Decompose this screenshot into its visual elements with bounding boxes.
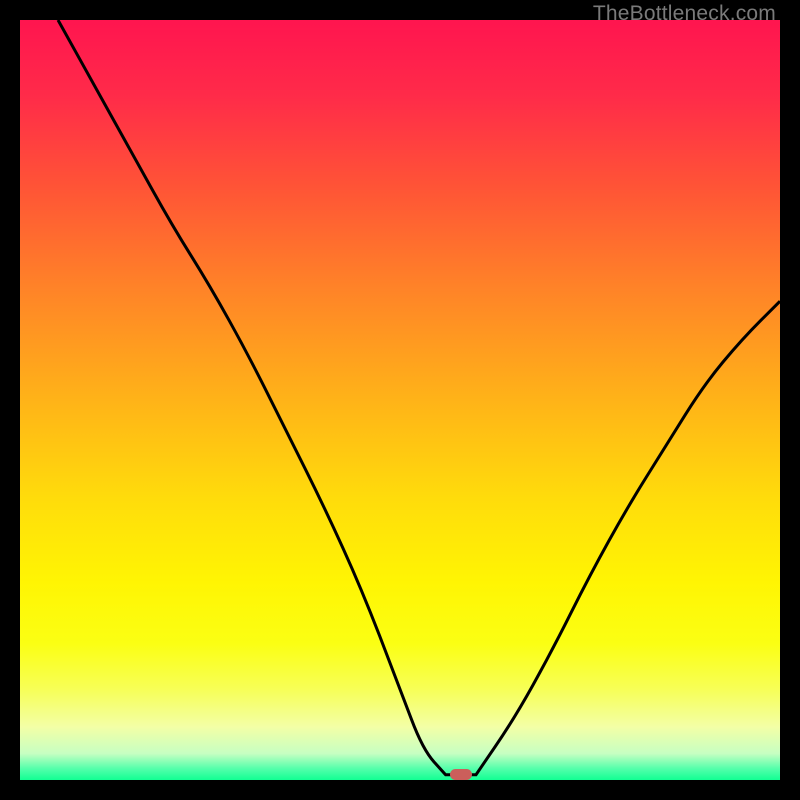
- chart-frame: TheBottleneck.com: [0, 0, 800, 800]
- plot-area: [20, 20, 780, 780]
- bottleneck-curve: [58, 20, 780, 775]
- optimal-marker: [450, 769, 472, 780]
- watermark-text: TheBottleneck.com: [593, 2, 776, 26]
- curve-layer: [20, 20, 780, 780]
